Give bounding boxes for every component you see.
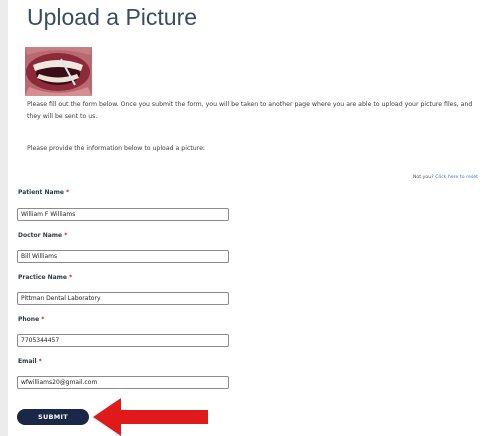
instructions-text: Please provide the information below to …	[27, 145, 205, 152]
practice-name-input[interactable]	[17, 292, 229, 305]
submit-button[interactable]: SUBMIT	[17, 409, 89, 425]
email-label: Email *	[18, 358, 42, 365]
patient-name-input[interactable]	[17, 208, 229, 221]
not-you-notice: Not you? Click here to reset	[413, 175, 478, 180]
required-mark: *	[69, 274, 73, 281]
red-arrow-icon	[93, 398, 208, 436]
email-label-text: Email	[18, 358, 37, 365]
required-mark: *	[38, 358, 42, 365]
required-mark: *	[64, 232, 68, 239]
doctor-name-label: Doctor Name *	[18, 232, 67, 239]
patient-name-label: Patient Name *	[18, 189, 69, 196]
phone-label-text: Phone	[18, 316, 40, 323]
reset-link[interactable]: Click here to reset	[435, 175, 478, 180]
page-title: Upload a Picture	[27, 4, 198, 30]
required-mark: *	[66, 189, 70, 196]
intro-text: Please fill out the form below. Once you…	[27, 101, 473, 120]
required-mark: *	[41, 316, 45, 323]
patient-name-label-text: Patient Name	[18, 189, 64, 196]
phone-label: Phone *	[18, 316, 44, 323]
practice-name-label: Practice Name *	[18, 274, 72, 281]
practice-name-label-text: Practice Name	[18, 274, 67, 281]
dental-photo	[25, 47, 92, 96]
email-input[interactable]	[17, 376, 229, 389]
not-you-text: Not you?	[412, 175, 436, 180]
phone-input[interactable]	[17, 334, 229, 347]
doctor-name-input[interactable]	[17, 250, 229, 263]
doctor-name-label-text: Doctor Name	[18, 232, 63, 239]
